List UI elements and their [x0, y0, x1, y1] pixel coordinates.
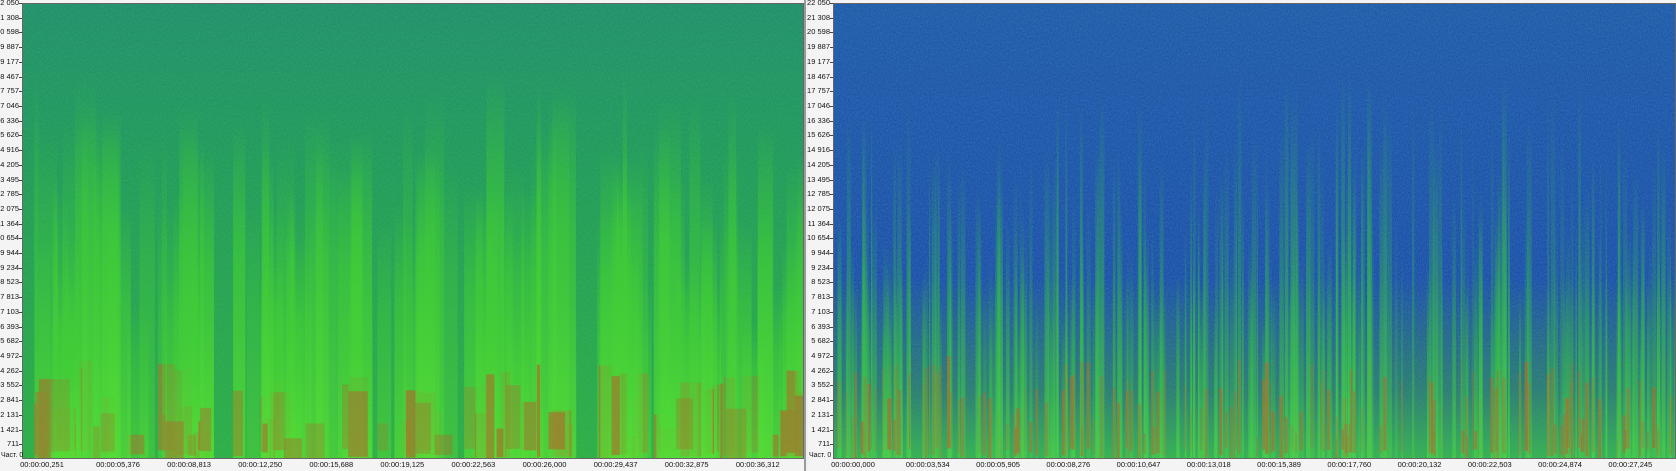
freq-tick-label: 21 308 — [0, 12, 19, 22]
freq-tick-label: 7 813 — [0, 292, 19, 302]
spectrogram-left-plot[interactable] — [22, 3, 804, 459]
time-tick-label: 00:00:29,437 — [593, 460, 638, 469]
time-tick-label: 00:00:24,874 — [1538, 460, 1582, 469]
time-tick-label: 00:00:26,000 — [522, 460, 567, 469]
time-tick-label: 00:00:22,563 — [451, 460, 496, 469]
time-tick-label: 00:00:00,000 — [831, 460, 875, 469]
freq-tick-label: 19 887 — [807, 42, 830, 52]
freq-tick-label: 2 841 — [811, 395, 830, 405]
freq-tick-label: 9 944 — [811, 248, 830, 258]
freq-tick-label: 18 467 — [807, 71, 830, 81]
freq-tick-label: 2 131 — [811, 409, 830, 419]
freq-tick-label: 14 916 — [0, 145, 19, 155]
freq-tick-label: 19 177 — [0, 56, 19, 66]
freq-tick-label: 4 262 — [811, 365, 830, 375]
freq-tick-label: 12 785 — [807, 189, 830, 199]
time-tick-label: 00:00:20,132 — [1397, 460, 1442, 469]
freq-tick-label: 12 075 — [0, 203, 19, 213]
corner-label-left: Част. 0 — [1, 452, 24, 459]
spectrogram-right-plot[interactable] — [833, 3, 1676, 459]
time-tick-label: 00:00:32,875 — [664, 460, 709, 469]
time-tick-label: 00:00:19,125 — [380, 460, 425, 469]
freq-tick-label: 17 757 — [807, 86, 830, 96]
freq-tick-label: 22 050 — [0, 0, 19, 7]
freq-tick-label: 8 523 — [811, 277, 830, 287]
time-tick-label: 00:00:17,760 — [1327, 460, 1372, 469]
freq-tick-label: 711 — [818, 439, 830, 449]
time-tick-label: 00:00:05,376 — [96, 460, 140, 469]
freq-tick-label: 11 364 — [807, 218, 830, 228]
freq-tick-label: 711 — [7, 439, 19, 449]
freq-tick-label: 14 916 — [807, 145, 830, 155]
spectrogram-left-pane: 22 050 21 308 20 598 19 887 19 177 18 467 17 7… — [0, 0, 806, 471]
freq-tick-label: 10 654 — [807, 233, 830, 243]
time-axis-left: 00:00:00,251 00:00:05,376 00:00:08,813 00:0… — [20, 459, 804, 471]
freq-tick-label: 6 393 — [811, 321, 830, 331]
time-tick-label: 00:00:15,389 — [1257, 460, 1301, 469]
time-tick-label: 00:00:12,250 — [238, 460, 283, 469]
freq-tick-label: 7 103 — [0, 306, 19, 316]
time-tick-label: 00:00:13,018 — [1186, 460, 1231, 469]
freq-tick-label: 19 177 — [807, 56, 830, 66]
freq-tick-label: 3 552 — [0, 380, 19, 390]
freq-tick-label: 9 234 — [811, 262, 830, 272]
freq-tick-label: 20 598 — [0, 27, 19, 37]
time-tick-label: 00:00:22,503 — [1467, 460, 1512, 469]
freq-tick-label: 6 393 — [0, 321, 19, 331]
freq-tick-label: 15 626 — [807, 130, 830, 140]
time-tick-label: 00:00:08,813 — [167, 460, 211, 469]
freq-tick-label: 3 552 — [811, 380, 830, 390]
freq-tick-label: 10 654 — [0, 233, 19, 243]
freq-tick-label: 20 598 — [807, 27, 830, 37]
freq-tick-label: 17 046 — [0, 100, 19, 110]
time-tick-label: 00:00:00,251 — [20, 460, 64, 469]
freq-tick-label: 12 075 — [807, 203, 830, 213]
freq-tick-label: 1 421 — [811, 424, 830, 434]
freq-tick-label: 4 972 — [0, 351, 19, 361]
time-tick-label: 00:00:10,647 — [1116, 460, 1161, 469]
freq-tick-label: 22 050 — [807, 0, 830, 7]
freq-tick-label: 5 682 — [0, 336, 19, 346]
time-tick-label: 00:00:08,276 — [1046, 460, 1091, 469]
freq-tick-label: 16 336 — [0, 115, 19, 125]
frequency-axis-right: 22 050 21 308 20 598 19 887 19 177 18 467 17 7… — [807, 0, 833, 459]
time-tick-label: 00:00:36,312 — [735, 460, 780, 469]
freq-tick-label: 4 262 — [0, 365, 19, 375]
freq-tick-label: 17 757 — [0, 86, 19, 96]
freq-tick-label: 13 495 — [0, 174, 19, 184]
time-axis-right: 00:00:00,000 00:00:03,534 00:00:05,905 00:0… — [831, 459, 1676, 471]
freq-tick-label: 7 103 — [811, 306, 830, 316]
freq-tick-label: 15 626 — [0, 130, 19, 140]
time-tick-label: 00:00:15,688 — [309, 460, 354, 469]
freq-tick-label: 17 046 — [807, 100, 830, 110]
corner-label-right: Част. 0 — [809, 452, 832, 459]
freq-tick-label: 13 495 — [807, 174, 830, 184]
freq-tick-label: 16 336 — [807, 115, 830, 125]
time-tick-label: 00:00:03,534 — [905, 460, 950, 469]
freq-tick-label: 12 785 — [0, 189, 19, 199]
freq-tick-label: 5 682 — [811, 336, 830, 346]
freq-tick-label: 9 944 — [0, 248, 19, 258]
freq-tick-label: 7 813 — [811, 292, 830, 302]
freq-tick-label: 2 131 — [0, 409, 19, 419]
freq-tick-label: 21 308 — [807, 12, 830, 22]
time-tick-label: 00:00:05,905 — [976, 460, 1020, 469]
freq-tick-label: 4 972 — [811, 351, 830, 361]
freq-tick-label: 8 523 — [0, 277, 19, 287]
freq-tick-label: 9 234 — [0, 262, 19, 272]
freq-tick-label: 1 421 — [0, 424, 19, 434]
frequency-axis-left: 22 050 21 308 20 598 19 887 19 177 18 467 17 7… — [0, 0, 22, 459]
freq-tick-label: 14 205 — [807, 159, 830, 169]
spectrogram-right-pane: 22 050 21 308 20 598 19 887 19 177 18 467 17 7… — [807, 0, 1676, 471]
freq-tick-label: 2 841 — [0, 395, 19, 405]
freq-tick-label: 11 364 — [0, 218, 19, 228]
freq-tick-label: 18 467 — [0, 71, 19, 81]
freq-tick-label: 14 205 — [0, 159, 19, 169]
time-tick-label: 00:00:27,245 — [1608, 460, 1653, 469]
freq-tick-label: 19 887 — [0, 42, 19, 52]
